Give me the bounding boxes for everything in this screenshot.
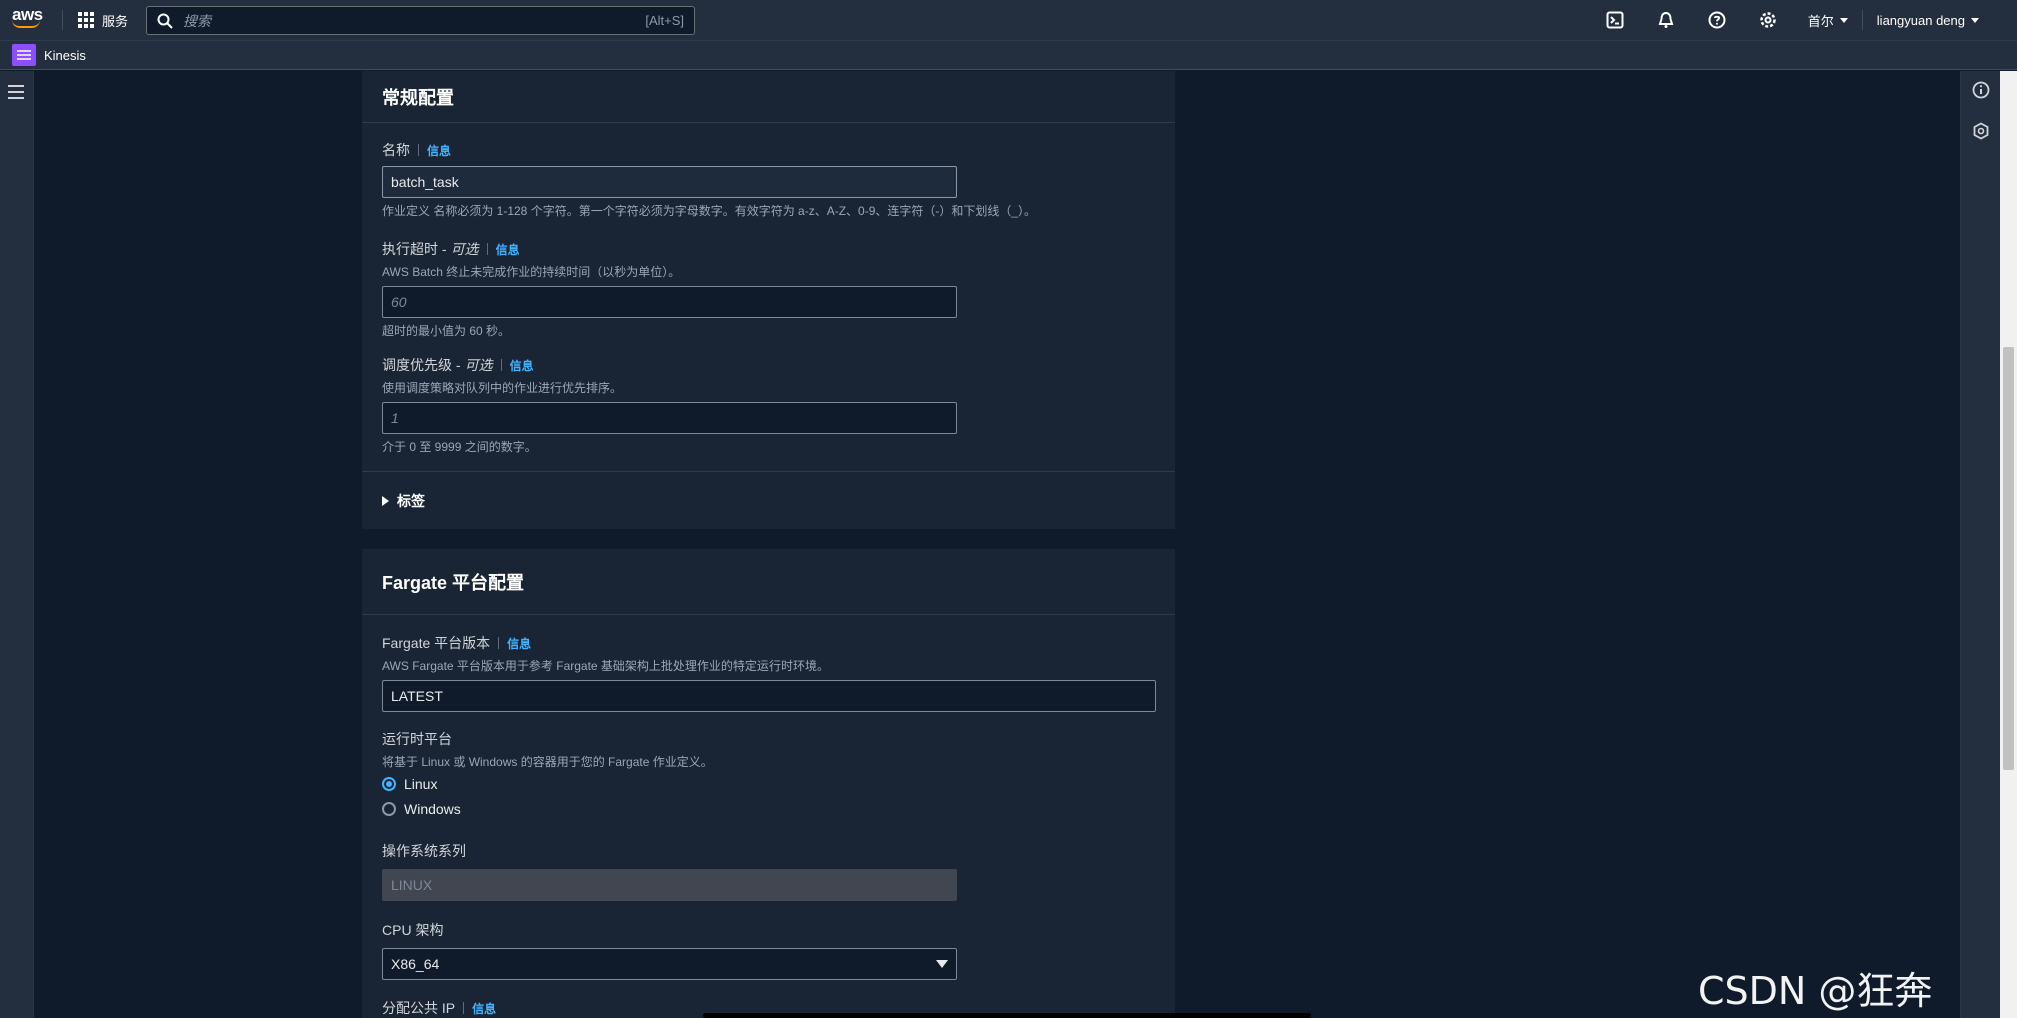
field-description: AWS Batch 终止未完成作业的持续时间（以秒为单位）。	[382, 265, 681, 279]
tags-expander[interactable]: 标签	[382, 491, 425, 511]
hamburger-menu-icon[interactable]	[8, 85, 24, 99]
help-icon[interactable]	[1692, 0, 1743, 40]
search-icon	[157, 13, 173, 29]
timeout-input[interactable]: 60	[382, 286, 957, 318]
user-menu[interactable]: liangyuan deng	[1863, 0, 2017, 40]
cpu-arch-value: X86_64	[391, 956, 440, 972]
search-placeholder: 搜索	[183, 12, 211, 29]
name-value: batch_task	[391, 174, 459, 190]
right-rail	[1960, 71, 2000, 1018]
kinesis-service-icon[interactable]	[12, 44, 36, 66]
general-config-panel: 常规配置 名称 信息 batch_task 作业定义 名称必须为 1-128 个…	[362, 71, 1175, 529]
field-label: 运行时平台	[382, 731, 452, 747]
panel-title: 常规配置	[382, 87, 454, 108]
info-link[interactable]: 信息	[427, 142, 451, 159]
field-description: AWS Fargate 平台版本用于参考 Fargate 基础架构上批处理作业的…	[382, 659, 829, 673]
cpu-arch-field: CPU 架构 X86_64	[382, 920, 957, 980]
info-link[interactable]: 信息	[496, 241, 520, 258]
aws-logo[interactable]: aws	[12, 6, 46, 34]
watermark: CSDN @狂奔solar	[1698, 969, 1933, 1018]
services-menu-button[interactable]: 服务	[78, 10, 128, 30]
field-label: 名称	[382, 142, 410, 158]
radio-label: Linux	[404, 776, 438, 792]
info-panel-icon[interactable]	[1972, 81, 1990, 99]
grid-icon	[78, 12, 94, 28]
field-label: CPU 架构	[382, 922, 444, 938]
caret-down-icon	[1971, 17, 1979, 23]
nav-divider	[62, 10, 63, 30]
platform-version-field: Fargate 平台版本 信息 AWS Fargate 平台版本用于参考 Far…	[382, 633, 1156, 712]
panel-header: 常规配置	[362, 71, 1175, 123]
top-navigation: aws 服务 搜索 [Alt+S] 首尔 liangyuan deng	[0, 0, 2017, 40]
dropdown-caret-icon	[936, 960, 948, 968]
fargate-config-panel: Fargate 平台配置 Fargate 平台版本 信息 AWS Fargate…	[362, 549, 1175, 1018]
os-family-field: 操作系统系列 LINUX	[382, 841, 957, 901]
hexagon-icon[interactable]	[1972, 122, 1990, 140]
field-label: Fargate 平台版本	[382, 635, 491, 651]
cpu-arch-select[interactable]: X86_64	[382, 948, 957, 980]
nav-divider	[1861, 10, 1863, 30]
timeout-placeholder: 60	[391, 294, 407, 310]
caret-down-icon	[1839, 17, 1848, 23]
scrollbar-thumb[interactable]	[2003, 347, 2014, 770]
runtime-platform-field: 运行时平台 将基于 Linux 或 Windows 的容器用于您的 Fargat…	[382, 729, 713, 817]
platform-version-value: LATEST	[391, 688, 443, 704]
kinesis-shortcut-link[interactable]: Kinesis	[44, 48, 86, 63]
search-input[interactable]: 搜索 [Alt+S]	[146, 6, 695, 35]
region-label: 首尔	[1807, 13, 1834, 29]
radio-selected-icon	[382, 777, 396, 791]
public-ip-field: 分配公共 IP 信息	[382, 998, 496, 1018]
caret-right-icon	[382, 496, 389, 506]
optional-tag: 可选	[464, 357, 493, 373]
field-label: 分配公共 IP	[382, 1000, 456, 1016]
radio-label: Windows	[404, 801, 461, 817]
aws-logo-text: aws	[12, 5, 43, 24]
service-shortcut-bar: Kinesis	[0, 40, 2017, 70]
tags-label: 标签	[397, 493, 425, 509]
nav-right-group: 首尔 liangyuan deng	[1590, 0, 2017, 40]
field-description: 使用调度策略对队列中的作业进行优先排序。	[382, 381, 623, 395]
os-family-input: LINUX	[382, 869, 957, 901]
bottom-bar	[703, 1013, 1311, 1018]
panel-title: Fargate 平台配置	[382, 572, 525, 593]
timeout-field: 执行超时 - 可选 信息 AWS Batch 终止未完成作业的持续时间（以秒为单…	[382, 239, 957, 339]
page-scrollbar[interactable]	[2000, 71, 2017, 1018]
settings-icon[interactable]	[1743, 0, 1794, 40]
priority-field: 调度优先级 - 可选 信息 使用调度策略对队列中的作业进行优先排序。 1 介于 …	[382, 355, 957, 455]
field-label: 执行超时 -	[382, 241, 447, 257]
region-selector[interactable]: 首尔	[1794, 0, 1862, 40]
constraint-text: 介于 0 至 9999 之间的数字。	[382, 440, 537, 454]
info-link[interactable]: 信息	[472, 1000, 496, 1017]
priority-placeholder: 1	[391, 410, 399, 426]
radio-unselected-icon	[382, 802, 396, 816]
constraint-text: 超时的最小值为 60 秒。	[382, 324, 511, 338]
info-link[interactable]: 信息	[507, 635, 531, 652]
notifications-icon[interactable]	[1641, 0, 1692, 40]
search-shortcut: [Alt+S]	[645, 13, 684, 28]
left-rail	[0, 71, 34, 1018]
optional-tag: 可选	[450, 241, 479, 257]
info-link[interactable]: 信息	[510, 357, 534, 374]
constraint-text: 作业定义 名称必须为 1-128 个字符。第一个字符必须为字母数字。有效字符为 …	[382, 204, 1037, 218]
platform-version-input[interactable]: LATEST	[382, 680, 1156, 712]
name-field: 名称 信息 batch_task 作业定义 名称必须为 1-128 个字符。第一…	[382, 140, 1036, 219]
section-divider	[362, 471, 1175, 472]
field-description: 将基于 Linux 或 Windows 的容器用于您的 Fargate 作业定义…	[382, 755, 713, 769]
name-input[interactable]: batch_task	[382, 166, 957, 198]
cloudshell-icon[interactable]	[1590, 0, 1641, 40]
radio-linux[interactable]: Linux	[382, 776, 713, 792]
field-label: 调度优先级 -	[382, 357, 461, 373]
priority-input[interactable]: 1	[382, 402, 957, 434]
user-label: liangyuan deng	[1876, 12, 1965, 28]
field-label: 操作系统系列	[382, 843, 466, 859]
services-label: 服务	[102, 13, 129, 29]
os-family-value: LINUX	[391, 877, 433, 893]
panel-header: Fargate 平台配置	[362, 549, 1175, 615]
radio-windows[interactable]: Windows	[382, 801, 713, 817]
